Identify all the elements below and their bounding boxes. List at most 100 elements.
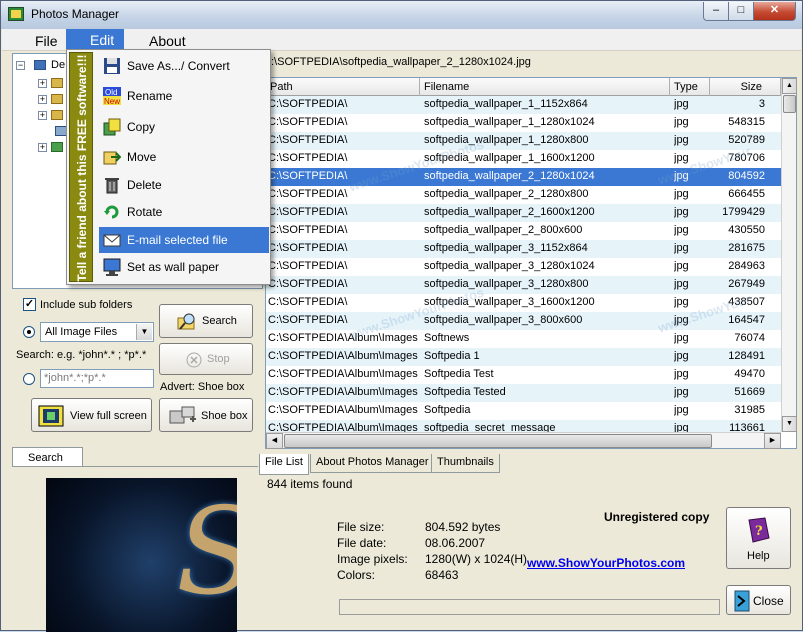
pattern-input[interactable]: *john*.*;*p*.* <box>40 369 154 388</box>
maximize-button[interactable]: □ <box>728 2 754 21</box>
horizontal-scrollbar[interactable]: ◀ ▶ <box>266 432 781 449</box>
table-row[interactable]: C:\SOFTPEDIA\ softpedia_wallpaper_2_1600x… <box>266 204 781 222</box>
tab-search[interactable]: Search <box>12 447 83 467</box>
table-row[interactable]: C:\SOFTPEDIA\Album\Images ... Softpedia jp… <box>266 402 781 420</box>
edit-menu-item-copy[interactable]: Copy <box>99 114 269 140</box>
edit-menu-item-rotate[interactable]: Rotate <box>99 199 269 225</box>
colors-value: 68463 <box>425 568 459 582</box>
advert-label: Advert: Shoe box <box>160 381 245 393</box>
edit-menu-item-move[interactable]: Move <box>99 144 269 170</box>
edit-menu-item-save-as-convert[interactable]: Save As.../ Convert <box>99 53 269 79</box>
cell-type: jpg <box>674 260 689 272</box>
scroll-up-icon[interactable]: ▲ <box>782 78 797 94</box>
table-row[interactable]: C:\SOFTPEDIA\ softpedia_wallpaper_1_1152x… <box>266 96 781 114</box>
cell-filename: Softpedia Test <box>424 368 494 380</box>
include-sub-folders-checkbox[interactable]: ✓ <box>23 298 36 311</box>
edit-menu-item-set-as-wall-paper[interactable]: Set as wall paper <box>99 254 269 280</box>
table-row[interactable]: C:\SOFTPEDIA\ softpedia_wallpaper_2_1280x… <box>266 186 781 204</box>
title-bar[interactable]: Photos Manager – □ ✕ <box>1 1 802 29</box>
shoe-box-label: Shoe box <box>201 410 248 422</box>
table-row[interactable]: C:\SOFTPEDIA\ softpedia_wallpaper_2_800x6… <box>266 222 781 240</box>
search-hint: Search: e.g. *john*.* ; *p*.* <box>16 349 147 361</box>
edit-menu-item-rename[interactable]: Old New Rename <box>99 83 269 109</box>
shoe-box-button[interactable]: Shoe box <box>159 398 253 432</box>
floppy-icon <box>104 58 120 74</box>
tree-root-label[interactable]: De <box>51 59 65 71</box>
table-row[interactable]: C:\SOFTPEDIA\Album\Images ... Softpedia T… <box>266 384 781 402</box>
view-full-screen-button[interactable]: View full screen <box>31 398 152 432</box>
unregistered-label: Unregistered copy <box>604 510 710 524</box>
menu-about[interactable]: About <box>149 33 186 49</box>
cell-path: C:\SOFTPEDIA\ <box>268 224 348 236</box>
file-type-select[interactable]: All Image Files ▼ <box>40 322 154 342</box>
tab-file-list[interactable]: File List <box>259 454 309 475</box>
table-row[interactable]: C:\SOFTPEDIA\Album\Images ... Softpedia T… <box>266 366 781 384</box>
file-list-table[interactable]: Path Filename Type Size C:\SOFTPEDIA\ sof… <box>265 77 797 449</box>
table-row[interactable]: C:\SOFTPEDIA\ softpedia_wallpaper_3_1280x… <box>266 258 781 276</box>
cell-size: 267949 <box>728 278 765 290</box>
chevron-down-icon[interactable]: ▼ <box>136 324 152 340</box>
cell-path: C:\SOFTPEDIA\ <box>268 134 348 146</box>
tab-divider <box>12 466 258 467</box>
cell-type: jpg <box>674 242 689 254</box>
edit-menu-item-e-mail-selected-file[interactable]: E-mail selected file <box>99 227 269 253</box>
table-row[interactable]: C:\SOFTPEDIA\Album\Images ... Softnews jpg… <box>266 330 781 348</box>
tree-expand-icon[interactable]: + <box>38 111 47 120</box>
cell-path: C:\SOFTPEDIA\ <box>268 296 348 308</box>
filter-radio[interactable] <box>23 326 35 338</box>
stop-button[interactable]: Stop <box>159 343 253 375</box>
column-size[interactable]: Size <box>710 78 781 96</box>
cell-filename: Softpedia Tested <box>424 386 506 398</box>
edit-menu-item-label: Move <box>127 150 157 164</box>
menu-bar: File Edit About <box>2 29 801 51</box>
help-button[interactable]: ? Help <box>726 507 791 569</box>
pattern-radio[interactable] <box>23 373 35 385</box>
table-header: Path Filename Type Size <box>266 78 781 96</box>
table-row[interactable]: C:\SOFTPEDIA\ softpedia_wallpaper_1_1280x… <box>266 114 781 132</box>
window-title: Photos Manager <box>31 7 120 21</box>
tree-collapse-icon[interactable]: − <box>16 61 25 70</box>
vertical-scroll-thumb[interactable] <box>783 95 796 113</box>
menu-file[interactable]: File <box>35 33 58 49</box>
table-row[interactable]: C:\SOFTPEDIA\ softpedia_wallpaper_3_1152x… <box>266 240 781 258</box>
cell-filename: softpedia_wallpaper_3_1280x1024 <box>424 260 595 272</box>
desktop-icon <box>34 60 46 70</box>
table-row[interactable]: C:\SOFTPEDIA\Album\Images ... Softpedia 1… <box>266 348 781 366</box>
search-button[interactable]: Search <box>159 304 253 338</box>
tab-about-photos-manager[interactable]: About Photos Manager <box>310 454 435 473</box>
cell-type: jpg <box>674 332 689 344</box>
cell-path: C:\SOFTPEDIA\ <box>268 116 348 128</box>
file-type-value: All Image Files <box>45 326 118 338</box>
scroll-right-icon[interactable]: ▶ <box>764 433 781 449</box>
tab-thumbnails[interactable]: Thumbnails <box>431 454 500 473</box>
cell-filename: softpedia_wallpaper_1_1152x864 <box>424 98 588 110</box>
column-path[interactable]: Path <box>266 78 420 96</box>
horizontal-scroll-thumb[interactable] <box>284 434 712 448</box>
column-type[interactable]: Type <box>670 78 710 96</box>
tree-expand-icon[interactable]: + <box>38 143 47 152</box>
minimize-button[interactable]: – <box>703 2 729 21</box>
progress-bar <box>339 599 720 615</box>
image-pixels-label: Image pixels: <box>337 552 408 566</box>
old-new-icon: OldNew <box>103 87 121 105</box>
edit-menu-item-delete[interactable]: Delete <box>99 172 269 198</box>
view-full-screen-label: View full screen <box>70 410 147 422</box>
scroll-down-icon[interactable]: ▼ <box>782 416 797 432</box>
tell-a-friend-banner[interactable]: Tell a friend about this FREE software!!… <box>69 52 93 282</box>
cell-path: C:\SOFTPEDIA\Album\Images ... <box>268 332 418 344</box>
vertical-scrollbar[interactable]: ▲ ▼ <box>781 78 797 432</box>
image-preview[interactable]: S <box>46 478 237 632</box>
table-row[interactable]: C:\SOFTPEDIA\ softpedia_wallpaper_1_1280x… <box>266 132 781 150</box>
close-button[interactable]: Close <box>726 585 791 615</box>
scroll-left-icon[interactable]: ◀ <box>266 433 283 449</box>
column-filename[interactable]: Filename <box>420 78 670 96</box>
close-window-button[interactable]: ✕ <box>753 2 796 21</box>
table-row[interactable]: C:\SOFTPEDIA\ softpedia_wallpaper_3_1280x… <box>266 276 781 294</box>
tree-expand-icon[interactable]: + <box>38 79 47 88</box>
website-link[interactable]: www.ShowYourPhotos.com <box>527 556 685 570</box>
cell-filename: softpedia_wallpaper_3_1152x864 <box>424 242 588 254</box>
tree-expand-icon[interactable]: + <box>38 95 47 104</box>
menu-edit[interactable]: Edit <box>66 29 124 51</box>
cell-size: 520789 <box>728 134 765 146</box>
cell-size: 284963 <box>728 260 765 272</box>
